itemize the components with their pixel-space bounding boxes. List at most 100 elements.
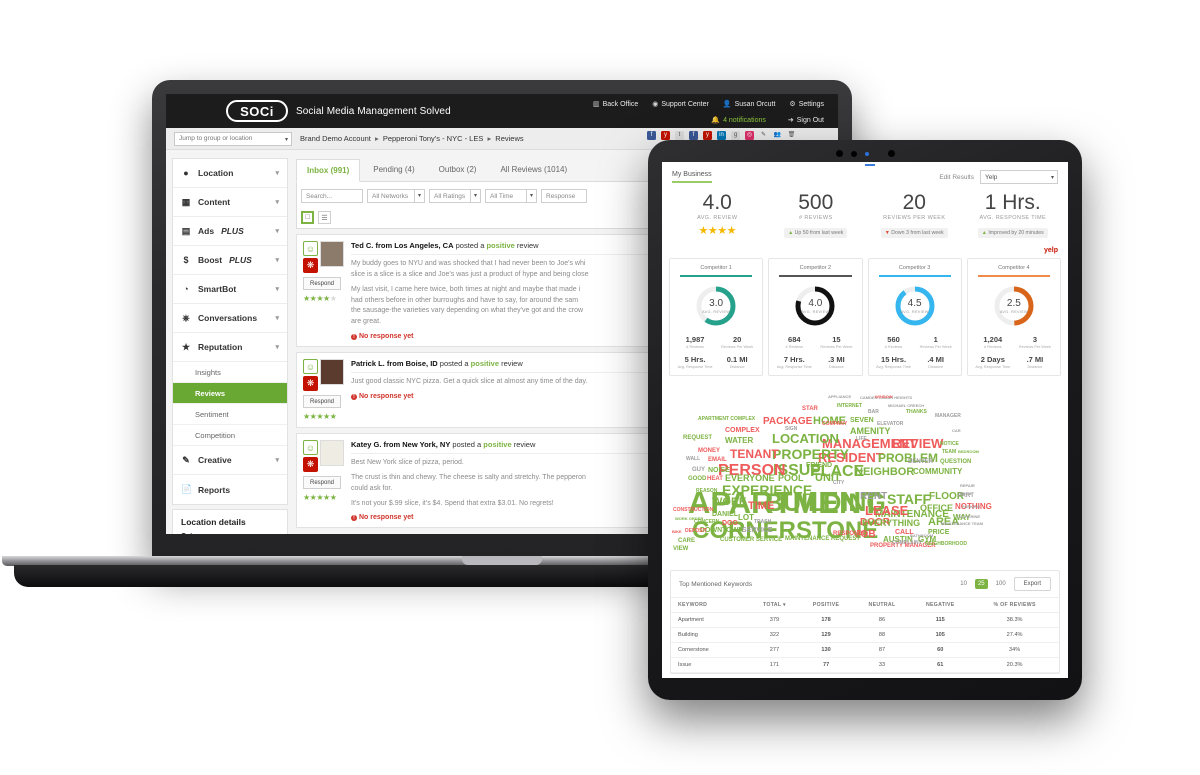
word-cloud-term[interactable]: THANKS [906,410,927,415]
word-cloud-term[interactable]: COMPLEX [725,427,760,434]
edit-results-label[interactable]: Edit Results [939,174,974,181]
sidebar-item-content[interactable]: ▦ Content ▾ [173,188,287,217]
grid-view-button[interactable]: □ [301,211,314,224]
word-cloud-term[interactable]: MICHAEL CREECH [888,404,924,408]
nav-user[interactable]: 👤 Susan Orcutt [723,101,776,108]
col-positive[interactable]: POSITIVE [798,597,854,614]
word-cloud-term[interactable]: NOTICE [940,442,959,447]
word-cloud-term[interactable]: WORK [712,497,747,508]
word-cloud-term[interactable]: TEAM [942,450,956,455]
word-cloud-term[interactable]: COMPANY [822,422,847,427]
word-cloud-term[interactable]: REQUEST [683,435,712,441]
word-cloud-term[interactable]: LIFE [856,437,867,442]
word-cloud-term[interactable]: FRIEND [806,462,832,469]
word-cloud-term[interactable]: REASON [696,489,717,494]
table-row[interactable]: Issue 171 77 33 61 20.3% [671,657,1059,674]
sidebar-item-conversations[interactable]: ⎈ Conversations ▾ [173,304,287,333]
word-cloud-term[interactable]: BEDROOM [958,450,979,454]
respond-button[interactable]: Respond [303,395,341,409]
word-cloud-term[interactable]: BAR [868,410,879,415]
word-cloud-term[interactable]: GOOD [688,476,706,482]
word-cloud-term[interactable]: CUSTOMER SERVICE [720,537,782,543]
time-select[interactable]: All Time ▾ [485,189,537,203]
word-cloud-term[interactable]: NOISE [708,467,730,474]
export-button[interactable]: Export [1013,577,1051,592]
word-cloud-term[interactable]: EMAIL [708,457,727,463]
sidebar-item-boost[interactable]: $ Boost PLUS ▾ [173,246,287,275]
respond-button[interactable]: Respond [303,476,341,490]
competitor-card-1[interactable]: Competitor 1 3.0 AVG. REVIEW 1,987 # Revi… [669,258,764,377]
col-negative[interactable]: NEGATIVE [910,597,971,614]
facebook-icon-2[interactable]: f [689,131,698,140]
breadcrumb-1[interactable]: Pepperoni Tony's - NYC - LES [383,134,484,143]
breadcrumb-0[interactable]: Brand Demo Account [300,134,371,143]
sidebar-item-creative[interactable]: ✎ Creative ▾ [173,446,287,475]
col-neutral[interactable]: NEUTRAL [853,597,911,614]
word-cloud-term[interactable]: HEAT [707,476,723,482]
col-keyword[interactable]: KEYWORD [671,597,751,614]
my-business-tab[interactable]: My Business [672,171,712,183]
word-cloud-term[interactable]: CAR [952,429,961,433]
word-cloud-term[interactable]: WALL [686,457,700,462]
word-cloud-term[interactable]: DOG [722,520,738,527]
response-select[interactable]: Response [541,189,587,203]
nav-support-center[interactable]: ◉ Support Center [652,101,709,108]
word-cloud-term[interactable]: EXPERIENCE [722,483,812,497]
word-cloud-term[interactable]: COMMUNITY [913,468,962,476]
word-cloud-term[interactable]: MANAGER [935,414,961,419]
word-cloud-term[interactable]: DANIEL [712,511,738,518]
search-input[interactable]: Search... [301,189,363,203]
ratings-select[interactable]: All Ratings ▾ [429,189,481,203]
tab-outbox[interactable]: Outbox (2) [428,158,488,181]
word-cloud-term[interactable]: OFFICE [920,504,953,513]
twitter-icon[interactable]: t [675,131,684,140]
table-row[interactable]: Apartment 379 178 86 115 38.3% [671,612,1059,629]
word-cloud-term[interactable]: APPLIANCE [828,395,851,399]
nav-back-office[interactable]: ▥ Back Office [593,101,638,108]
word-cloud-term[interactable]: SIGN [785,427,797,432]
word-cloud-term[interactable]: EVERYONE [725,474,775,483]
facebook-icon[interactable]: f [647,131,656,140]
group-icon[interactable]: 👥 [773,131,782,140]
sidebar-item-ads[interactable]: ▤ Ads PLUS ▾ [173,217,287,246]
word-cloud-term[interactable]: PART [958,493,974,499]
word-cloud-term[interactable]: BIKE [672,530,682,534]
sidebar-subitem-competition[interactable]: Competition [173,425,287,446]
page-size-100[interactable]: 100 [993,579,1009,589]
word-cloud-term[interactable]: MAINTENANCE TEAM [941,522,983,526]
word-cloud-term[interactable]: TRASH [754,520,771,525]
sidebar-subitem-insights[interactable]: Insights [173,362,287,383]
network-select[interactable]: Yelp ▾ [980,170,1058,184]
word-cloud-term[interactable]: CITY [833,481,844,486]
page-size-10[interactable]: 10 [957,579,970,589]
col-pct[interactable]: % OF REVIEWS [970,597,1059,614]
word-cloud-term[interactable]: RENT [860,492,887,502]
nav-settings[interactable]: ⚙ Settings [789,101,824,108]
word-cloud-term[interactable]: DEPOSIT [685,529,707,534]
word-cloud-term[interactable]: REPAIR [960,484,975,488]
word-cloud-term[interactable]: TENANT [730,448,779,460]
word-cloud-term[interactable]: CARE [678,538,695,544]
table-row[interactable]: Building 322 129 88 105 27.4% [671,627,1059,644]
sidebar-item-reports[interactable]: 📄 Reports [173,475,287,504]
competitor-card-2[interactable]: Competitor 2 4.0 AVG. REVIEW 684 # Review… [768,258,863,377]
col-total[interactable]: TOTAL ▾ [750,597,799,614]
sidebar-item-location[interactable]: ● Location ▾ [173,159,287,188]
word-cloud-term[interactable]: VIEW [673,546,688,552]
tab-inbox[interactable]: Inbox (991) [296,159,361,182]
word-cloud-term[interactable]: REVIEW [892,437,943,450]
word-cloud-term[interactable]: QUESTION [940,459,971,465]
tab-pending[interactable]: Pending (4) [362,158,425,181]
word-cloud-term[interactable]: MONEY [698,448,720,454]
instagram-icon[interactable]: ◎ [745,131,754,140]
soci-logo[interactable]: SOCi [226,100,288,122]
list-view-button[interactable]: ☰ [318,211,331,224]
sidebar-subitem-reviews[interactable]: Reviews [173,383,287,404]
competitor-card-4[interactable]: Competitor 4 2.5 AVG. REVIEW 1,204 # Revi… [966,258,1061,377]
word-cloud-term[interactable]: LOCATION [772,432,839,445]
word-cloud-term[interactable]: SERVICE [742,527,773,534]
word-cloud-term[interactable]: STAR [802,406,818,412]
word-cloud-term[interactable]: AMENITY [850,427,891,436]
word-cloud-term[interactable]: LEASE [865,504,908,517]
tab-all-reviews[interactable]: All Reviews (1014) [489,158,578,181]
